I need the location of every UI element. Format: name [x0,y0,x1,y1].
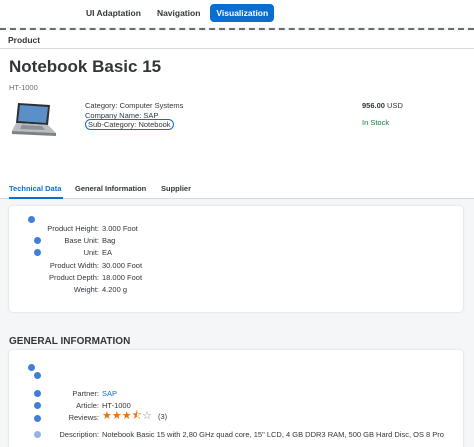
section-tab-bar: Technical Data General Information Suppl… [0,180,474,199]
bullet-icon [34,372,41,379]
empty-star-icon: ☆ [142,410,152,422]
field-weight: Weight: [9,285,99,295]
field-label: Article: [76,401,99,410]
object-type-label: Product [8,35,41,45]
section-heading: GENERAL INFORMATION [9,336,131,347]
stock-status: In Stock [362,118,390,127]
field-label: Reviews: [68,413,99,422]
field-label: Base Unit: [64,236,99,245]
top-toolbar: UI Adaptation Navigation Visualization [0,0,474,27]
field-label: Partner: [72,389,99,398]
tab-supplier[interactable]: Supplier [161,184,191,193]
partner-link[interactable]: SAP [102,389,117,398]
page-title: Notebook Basic 15 [9,57,162,76]
field-description: Description: [9,430,99,440]
field-value: 18.000 Foot [102,273,143,282]
field-base-unit: Base Unit: [9,236,99,246]
product-id: HT-1000 [9,83,38,92]
object-header: Notebook Basic 15 HT-1000 Category: Comp… [0,49,474,199]
bullet-icon [28,216,35,223]
field-reviews: Reviews: [9,413,99,423]
laptop-image [12,103,56,136]
product-attributes: Category: Computer Systems Company Name:… [85,101,183,130]
field-product-height: Product Height: [9,224,99,234]
field-value: Bag [102,236,116,245]
tab-visualization[interactable]: Visualization [210,4,275,22]
star-icon: ★ [102,410,112,422]
field-product-depth: Product Depth: [9,273,99,283]
category-text: Category: Computer Systems [85,101,184,110]
price: 956.00 USD [362,101,403,110]
tab-general-information[interactable]: General Information [75,184,146,193]
tab-navigation[interactable]: Navigation [151,4,206,22]
field-label: Unit: [83,248,99,257]
description-text: Notebook Basic 15 with 2,80 GHz quad cor… [102,430,444,439]
bullet-icon [28,364,35,371]
object-subheader: Product [0,31,474,49]
field-value: HT-1000 [102,401,131,410]
field-product-width: Product Width: [9,261,99,271]
star-icon: ★ [111,410,122,422]
rating-indicator[interactable]: ★★★⯪☆ (3) [102,410,168,422]
price-currency: USD [387,101,403,110]
price-amount: 956.00 [362,101,385,110]
field-value: 3.000 Foot [102,224,138,233]
field-label: Weight: [73,285,99,294]
field-value: EA [102,248,113,257]
active-tab-indicator [9,197,63,199]
tab-technical-data[interactable]: Technical Data [9,184,61,193]
mode-tabs: UI Adaptation Navigation Visualization [80,4,275,22]
field-partner: Partner: [9,389,99,399]
subcategory-link[interactable]: Sub-Category: Notebook [85,119,174,130]
field-label: Product Height: [47,224,99,233]
field-unit: Unit: [9,248,99,258]
field-value: 4.200 g [102,285,128,294]
star-icon: ★ [121,410,132,422]
tab-ui-adaptation[interactable]: UI Adaptation [80,4,147,22]
field-label: Product Width: [49,261,99,270]
toolbar-divider [0,27,474,30]
field-value: 30.000 Foot [102,261,143,270]
reviews-count: (3) [158,412,168,421]
general-information-card: Partner: SAP Article: HT-1000 Reviews: ★… [9,350,463,447]
field-label: Description: [59,430,99,439]
field-label: Product Depth: [48,273,99,282]
field-article: Article: [9,401,99,411]
technical-data-card: Product Height: 3.000 Foot Base Unit: Ba… [9,206,463,312]
half-star-icon: ⯪ [131,410,143,422]
